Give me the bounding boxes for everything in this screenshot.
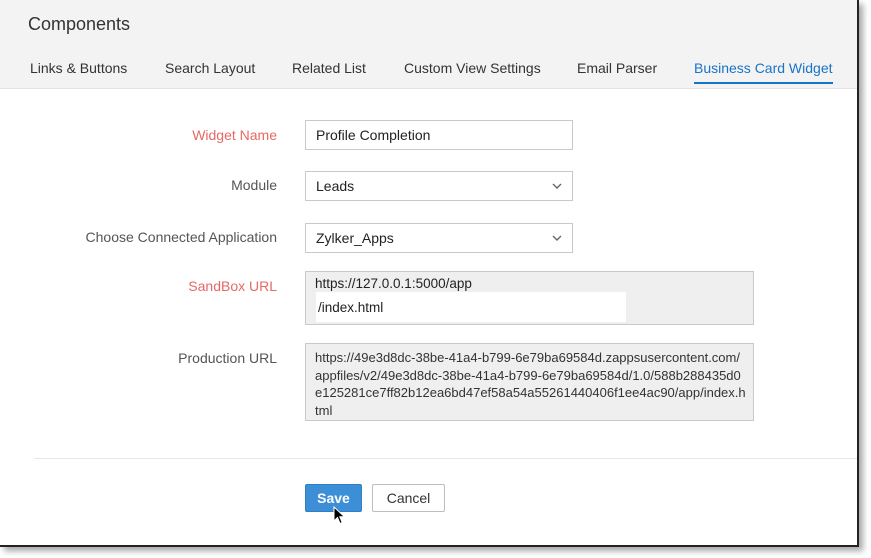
sandbox-url-field: https://127.0.0.1:5000/app	[305, 271, 754, 325]
connected-app-select-value: Zylker_Apps	[316, 230, 394, 246]
production-url-label: Production URL	[178, 350, 277, 366]
chevron-down-icon	[552, 235, 562, 241]
tab-business-card-widget[interactable]: Business Card Widget	[694, 60, 833, 84]
production-url-field: https://49e3d8dc-38be-41a4-b799-6e79ba69…	[305, 343, 754, 421]
page-title: Components	[28, 14, 131, 34]
tab-custom-view-settings[interactable]: Custom View Settings	[404, 60, 541, 82]
mouse-pointer-icon	[333, 506, 346, 525]
tab-search-layout[interactable]: Search Layout	[165, 60, 255, 82]
components-panel: Components Links & Buttons Search Layout…	[0, 0, 859, 547]
chevron-down-icon	[552, 183, 562, 189]
divider	[34, 458, 857, 459]
connected-app-label: Choose Connected Application	[85, 229, 277, 245]
tab-email-parser[interactable]: Email Parser	[577, 60, 657, 82]
sandbox-url-input[interactable]	[316, 292, 626, 322]
widget-name-label: Widget Name	[192, 127, 277, 143]
module-select-value: Leads	[316, 178, 355, 194]
tab-bar: Links & Buttons Search Layout Related Li…	[0, 60, 857, 88]
module-label: Module	[231, 177, 277, 193]
production-url-value: https://49e3d8dc-38be-41a4-b799-6e79ba69…	[315, 350, 746, 418]
module-select[interactable]: Leads	[305, 171, 573, 201]
header: Components Links & Buttons Search Layout…	[0, 0, 857, 89]
widget-name-input[interactable]	[305, 120, 573, 150]
tab-links-buttons[interactable]: Links & Buttons	[30, 60, 127, 82]
sandbox-url-prefix: https://127.0.0.1:5000/app	[315, 276, 472, 291]
tab-related-list[interactable]: Related List	[292, 60, 366, 82]
sandbox-url-label: SandBox URL	[188, 278, 277, 294]
connected-app-select[interactable]: Zylker_Apps	[305, 223, 573, 253]
cancel-button[interactable]: Cancel	[372, 484, 445, 512]
